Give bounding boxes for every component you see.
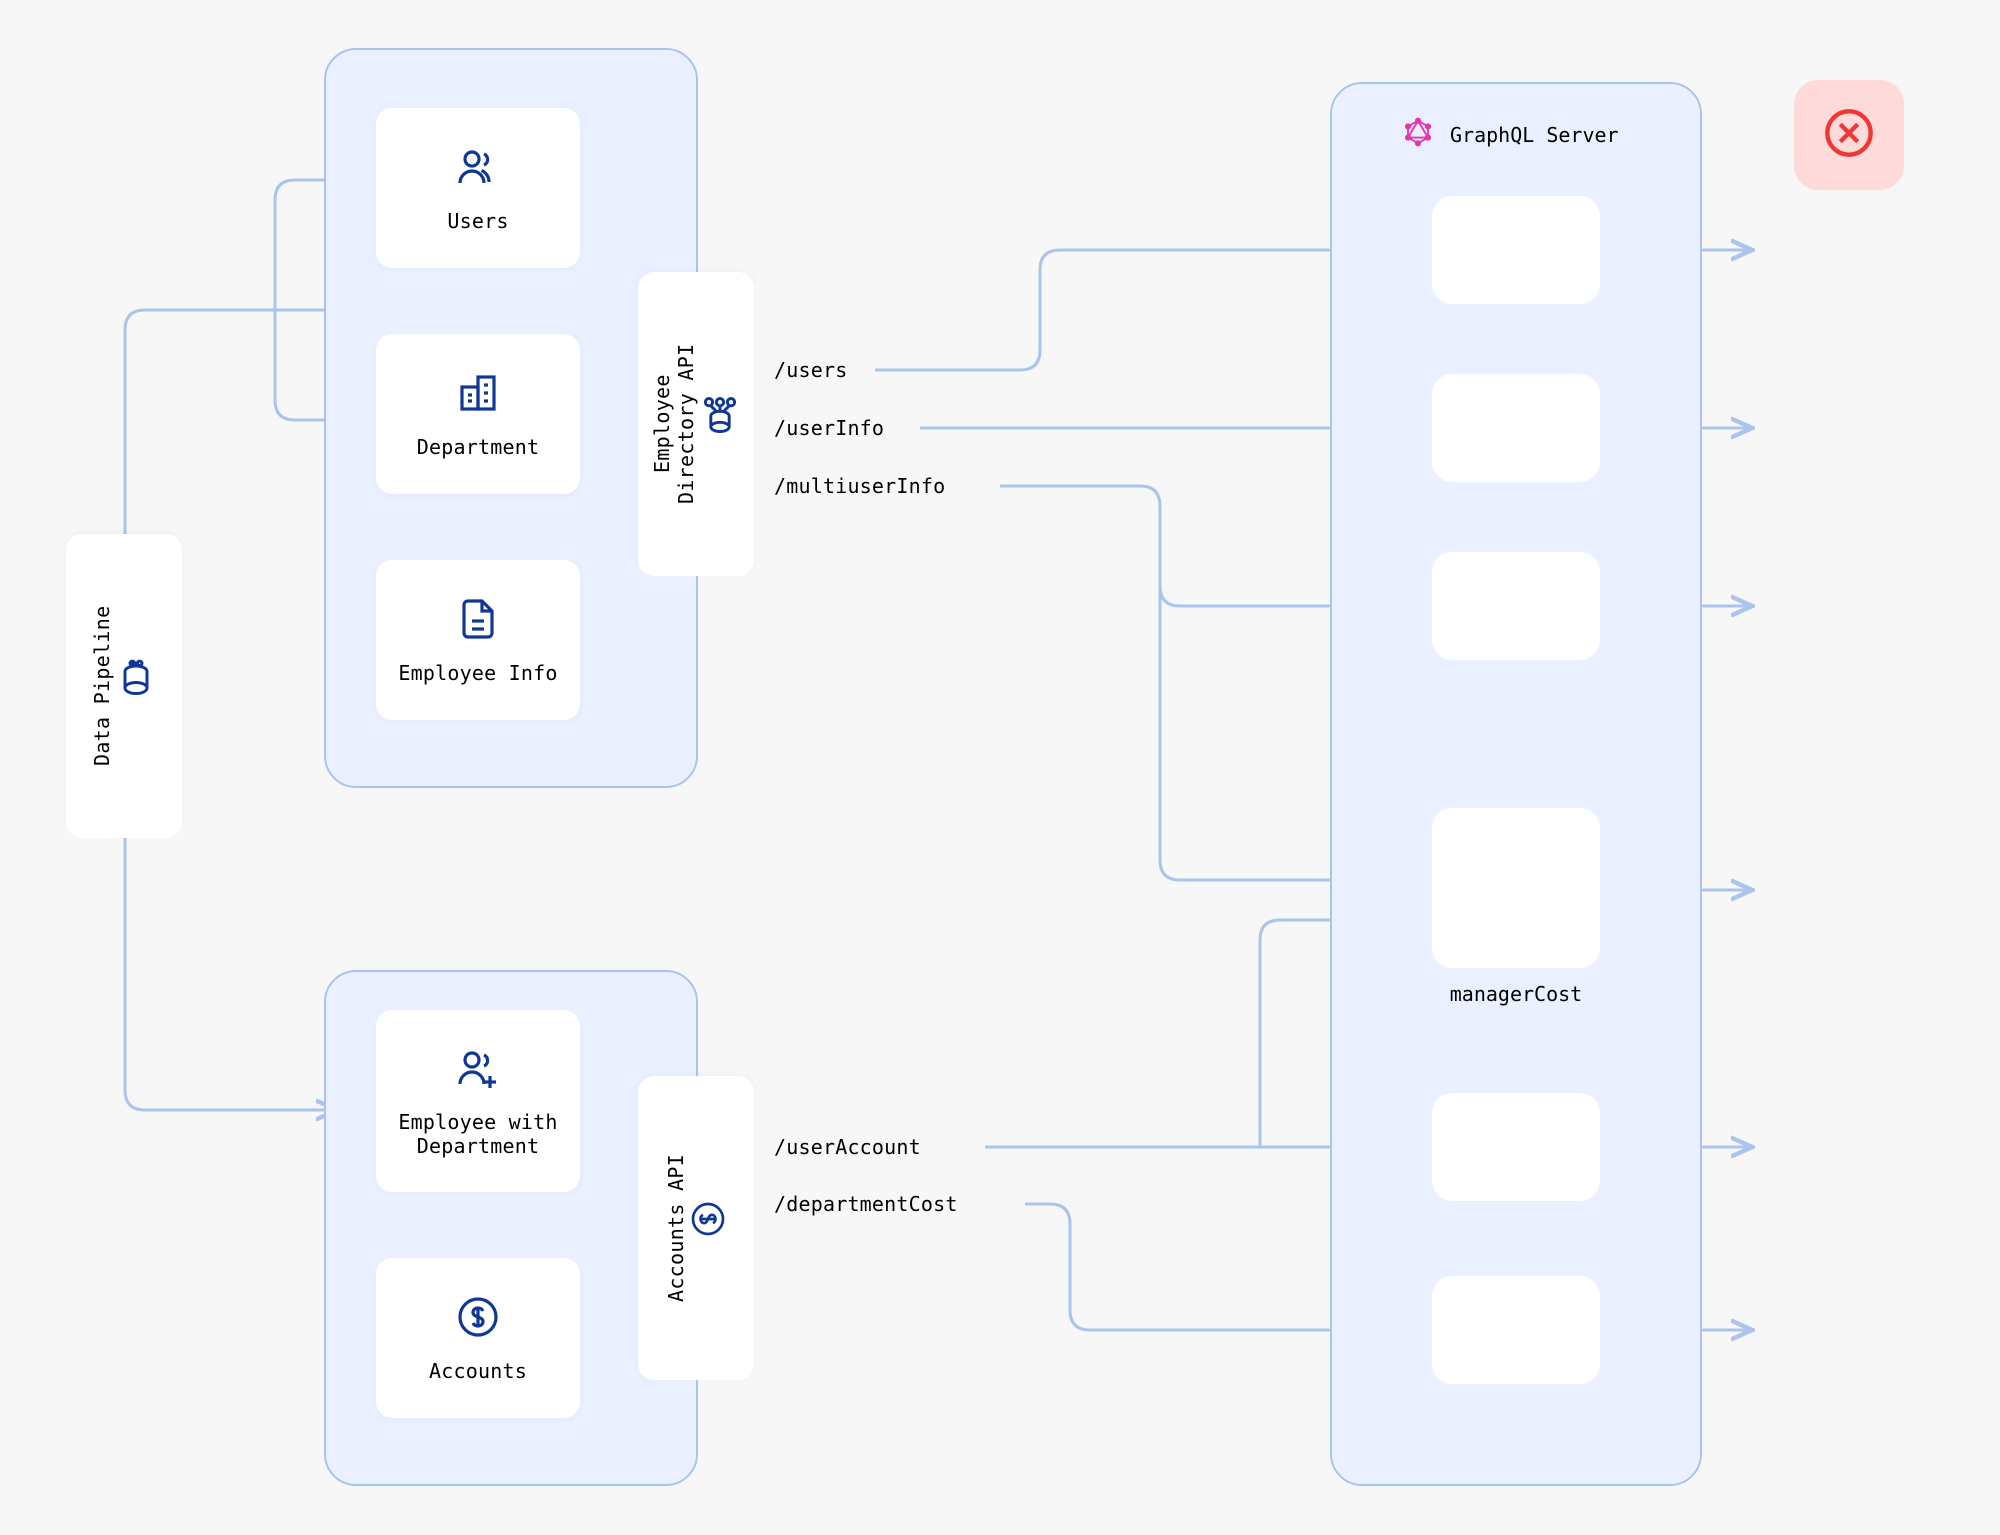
- users-node: Users: [376, 108, 580, 268]
- department-node: Department: [376, 334, 580, 494]
- graphql-icon: [1402, 116, 1434, 153]
- api-icon: [698, 393, 742, 437]
- resolver-3: [1432, 552, 1600, 660]
- employee-info-label: Employee Info: [398, 661, 557, 685]
- building-icon: [454, 369, 502, 421]
- endpoint-multiuserinfo: /multiuserInfo: [774, 474, 945, 498]
- employee-directory-api-label: Employee Directory API: [650, 344, 698, 504]
- employee-with-dept-label: Employee with Department: [398, 1110, 557, 1158]
- diagram-canvas: Data Pipeline Users Depar: [0, 0, 2000, 1535]
- close-badge[interactable]: [1794, 80, 1904, 190]
- file-icon: [454, 595, 502, 647]
- dollar-circle-icon: [688, 1199, 728, 1239]
- resolver-6: [1432, 1276, 1600, 1384]
- data-pipeline-node: Data Pipeline: [66, 534, 182, 838]
- resolver-5: [1432, 1093, 1600, 1201]
- resolver-1: [1432, 196, 1600, 304]
- department-label: Department: [417, 435, 539, 459]
- employee-with-dept-node: Employee with Department: [376, 1010, 580, 1192]
- endpoint-useraccount: /userAccount: [774, 1135, 921, 1159]
- close-icon: [1823, 107, 1875, 163]
- data-pipeline-label: Data Pipeline: [90, 606, 114, 766]
- accounts-node: Accounts: [376, 1258, 580, 1418]
- users-icon: [454, 143, 502, 195]
- users-label: Users: [447, 209, 508, 233]
- endpoint-departmentcost: /departmentCost: [774, 1192, 958, 1216]
- user-plus-icon: [454, 1044, 502, 1096]
- pipeline-icon: [114, 655, 158, 699]
- resolver-2: [1432, 374, 1600, 482]
- endpoint-userinfo: /userInfo: [774, 416, 884, 440]
- endpoint-users: /users: [774, 358, 847, 382]
- resolver-managercost-label: managerCost: [1436, 982, 1596, 1006]
- accounts-api-label: Accounts API: [664, 1154, 688, 1302]
- employee-info-node: Employee Info: [376, 560, 580, 720]
- employee-directory-api-node: Employee Directory API: [638, 272, 754, 576]
- graphql-header: GraphQL Server: [1402, 116, 1619, 153]
- accounts-api-node: Accounts API: [638, 1076, 754, 1380]
- accounts-label: Accounts: [429, 1359, 527, 1383]
- resolver-managercost: [1432, 808, 1600, 968]
- graphql-title: GraphQL Server: [1450, 123, 1619, 147]
- dollar-icon: [454, 1293, 502, 1345]
